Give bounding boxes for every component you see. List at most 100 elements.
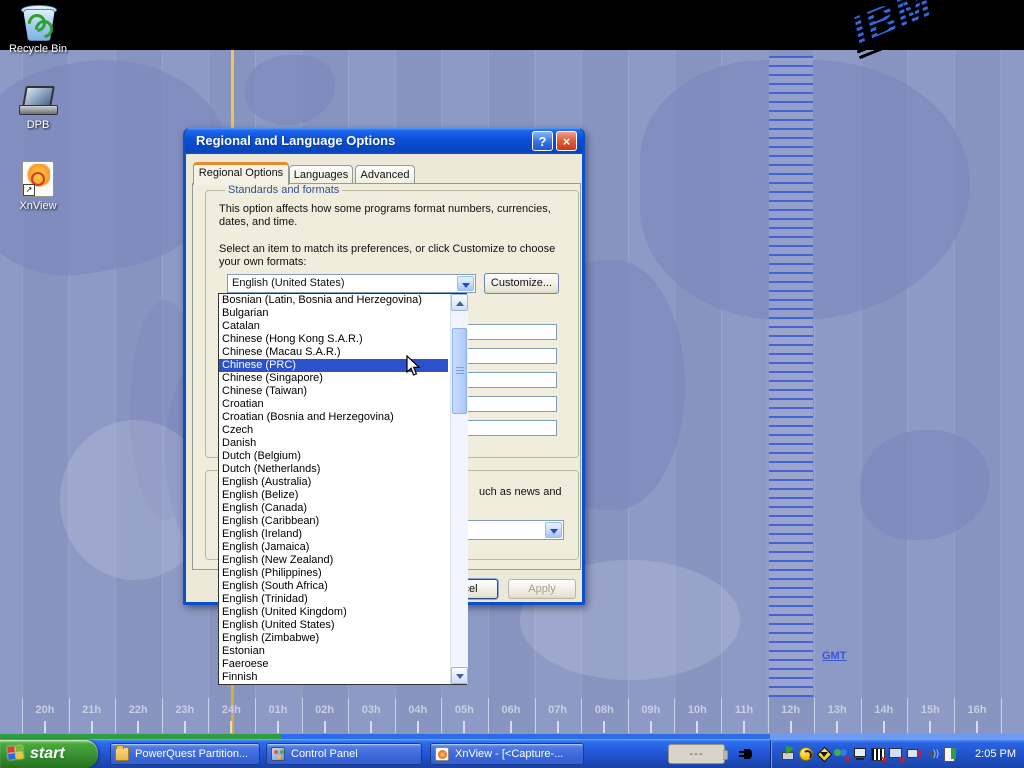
language-option[interactable]: English (Zimbabwe) [219, 632, 448, 645]
timezone-separator [814, 698, 815, 733]
list-scrollbar[interactable] [450, 294, 468, 684]
customize-button[interactable]: Customize... [484, 273, 559, 294]
scrollbar-thumb[interactable] [452, 328, 467, 414]
hour-tick [929, 721, 931, 733]
close-button[interactable]: × [556, 131, 577, 151]
language-bar-icon[interactable] [942, 746, 958, 762]
contacts-offline-icon[interactable] [834, 746, 850, 762]
language-option[interactable]: Faeroese [219, 658, 448, 671]
timezone-separator [907, 698, 908, 733]
hour-label: 16h [963, 704, 991, 716]
language-option[interactable]: Czech [219, 424, 448, 437]
hour-label: 08h [590, 704, 618, 716]
combobox-dropdown-button[interactable] [457, 276, 474, 291]
dialog-tab[interactable]: Languages [289, 165, 353, 184]
desktop-icon-dpb[interactable]: DPB [0, 86, 76, 131]
display-alert-icon[interactable] [906, 746, 922, 762]
xnview-icon: ↗ [22, 161, 54, 197]
language-option[interactable]: English (Belize) [219, 489, 448, 502]
desktop-top-band: IBM [0, 0, 1024, 50]
timezone-separator [1001, 698, 1002, 733]
language-option[interactable]: Bulgarian [219, 307, 448, 320]
tray-icons [780, 746, 958, 762]
task-button[interactable]: PowerQuest Partition... [110, 743, 260, 765]
language-option[interactable]: English (New Zealand) [219, 554, 448, 567]
hour-tick [976, 721, 978, 733]
language-option[interactable]: Bosnian (Latin, Bosnia and Herzegovina) [219, 294, 448, 307]
hour-tick [184, 721, 186, 733]
hour-label: 15h [916, 704, 944, 716]
hour-tick [883, 721, 885, 733]
desktop-icon-recycle-bin[interactable]: Recycle Bin [0, 3, 76, 55]
language-option[interactable]: English (Caribbean) [219, 515, 448, 528]
hour-label: 04h [404, 704, 432, 716]
dialog-tab[interactable]: Regional Options [193, 162, 289, 185]
language-option[interactable]: English (Canada) [219, 502, 448, 515]
taskbar-clock[interactable]: 2:05 PM [975, 740, 1016, 768]
language-option[interactable]: English (United Kingdom) [219, 606, 448, 619]
hour-label: 09h [637, 704, 665, 716]
hour-tick [91, 721, 93, 733]
standards-description: This option affects how some programs fo… [219, 203, 571, 229]
language-option[interactable]: Chinese (PRC) [219, 359, 448, 372]
scroll-up-button[interactable] [451, 294, 468, 311]
hour-tick [277, 721, 279, 733]
task-button[interactable]: Control Panel [266, 743, 422, 765]
start-button[interactable]: start [0, 740, 98, 768]
computer-offline-icon[interactable] [888, 746, 904, 762]
messenger-icon[interactable] [798, 746, 814, 762]
timezone-separator [22, 698, 23, 733]
language-option[interactable]: English (Trinidad) [219, 593, 448, 606]
battery-meter[interactable]: --- [668, 744, 725, 764]
timezone-separator [302, 698, 303, 733]
scroll-down-button[interactable] [451, 667, 468, 684]
language-option[interactable]: Dutch (Belgium) [219, 450, 448, 463]
language-option[interactable]: English (United States) [219, 619, 448, 632]
dialog-titlebar[interactable]: Regional and Language Options [185, 128, 583, 154]
language-option[interactable]: English (Australia) [219, 476, 448, 489]
task-icon [435, 747, 449, 761]
task-button[interactable]: XnView - [<Capture-... [430, 743, 584, 765]
language-option[interactable]: Danish [219, 437, 448, 450]
language-option[interactable]: English (Ireland) [219, 528, 448, 541]
language-option[interactable]: English (South Africa) [219, 580, 448, 593]
map-landmass [245, 55, 335, 125]
dialog-title: Regional and Language Options [196, 133, 395, 148]
language-option[interactable]: Croatian [219, 398, 448, 411]
hour-label: 20h [31, 704, 59, 716]
language-option[interactable]: Catalan [219, 320, 448, 333]
desktop-icon-xnview[interactable]: ↗ XnView [0, 161, 76, 212]
language-option[interactable]: Chinese (Singapore) [219, 372, 448, 385]
volume-icon[interactable] [924, 746, 940, 762]
combobox-dropdown-button[interactable] [545, 522, 562, 538]
language-option[interactable]: English (Jamaica) [219, 541, 448, 554]
hour-tick [230, 721, 232, 733]
language-option[interactable]: English (Philippines) [219, 567, 448, 580]
language-option[interactable]: Chinese (Taiwan) [219, 385, 448, 398]
language-option[interactable]: Chinese (Macau S.A.R.) [219, 346, 448, 359]
format-combobox[interactable]: English (United States) [227, 274, 476, 293]
language-option[interactable]: Finnish [219, 671, 448, 684]
gmt-label: GMT [822, 650, 846, 662]
language-option[interactable]: Dutch (Netherlands) [219, 463, 448, 476]
timezone-separator [208, 698, 209, 733]
hour-label: 21h [78, 704, 106, 716]
language-option[interactable]: Estonian [219, 645, 448, 658]
recycle-bin-label: Recycle Bin [0, 43, 76, 55]
hour-tick [463, 721, 465, 733]
hour-tick [603, 721, 605, 733]
language-option[interactable]: Croatian (Bosnia and Herzegovina) [219, 411, 448, 424]
timezone-separator [535, 698, 536, 733]
dialog-tab[interactable]: Advanced [355, 165, 415, 184]
network-icon[interactable] [852, 746, 868, 762]
mail-alert-icon[interactable] [816, 746, 832, 762]
removable-hardware-icon[interactable] [780, 746, 796, 762]
signal-blocked-icon[interactable] [870, 746, 886, 762]
language-option[interactable]: Chinese (Hong Kong S.A.R.) [219, 333, 448, 346]
hour-label: 14h [870, 704, 898, 716]
apply-button[interactable]: Apply [508, 579, 576, 599]
hour-tick [370, 721, 372, 733]
hour-label: 02h [311, 704, 339, 716]
help-button[interactable]: ? [532, 131, 553, 151]
hour-tick [557, 721, 559, 733]
